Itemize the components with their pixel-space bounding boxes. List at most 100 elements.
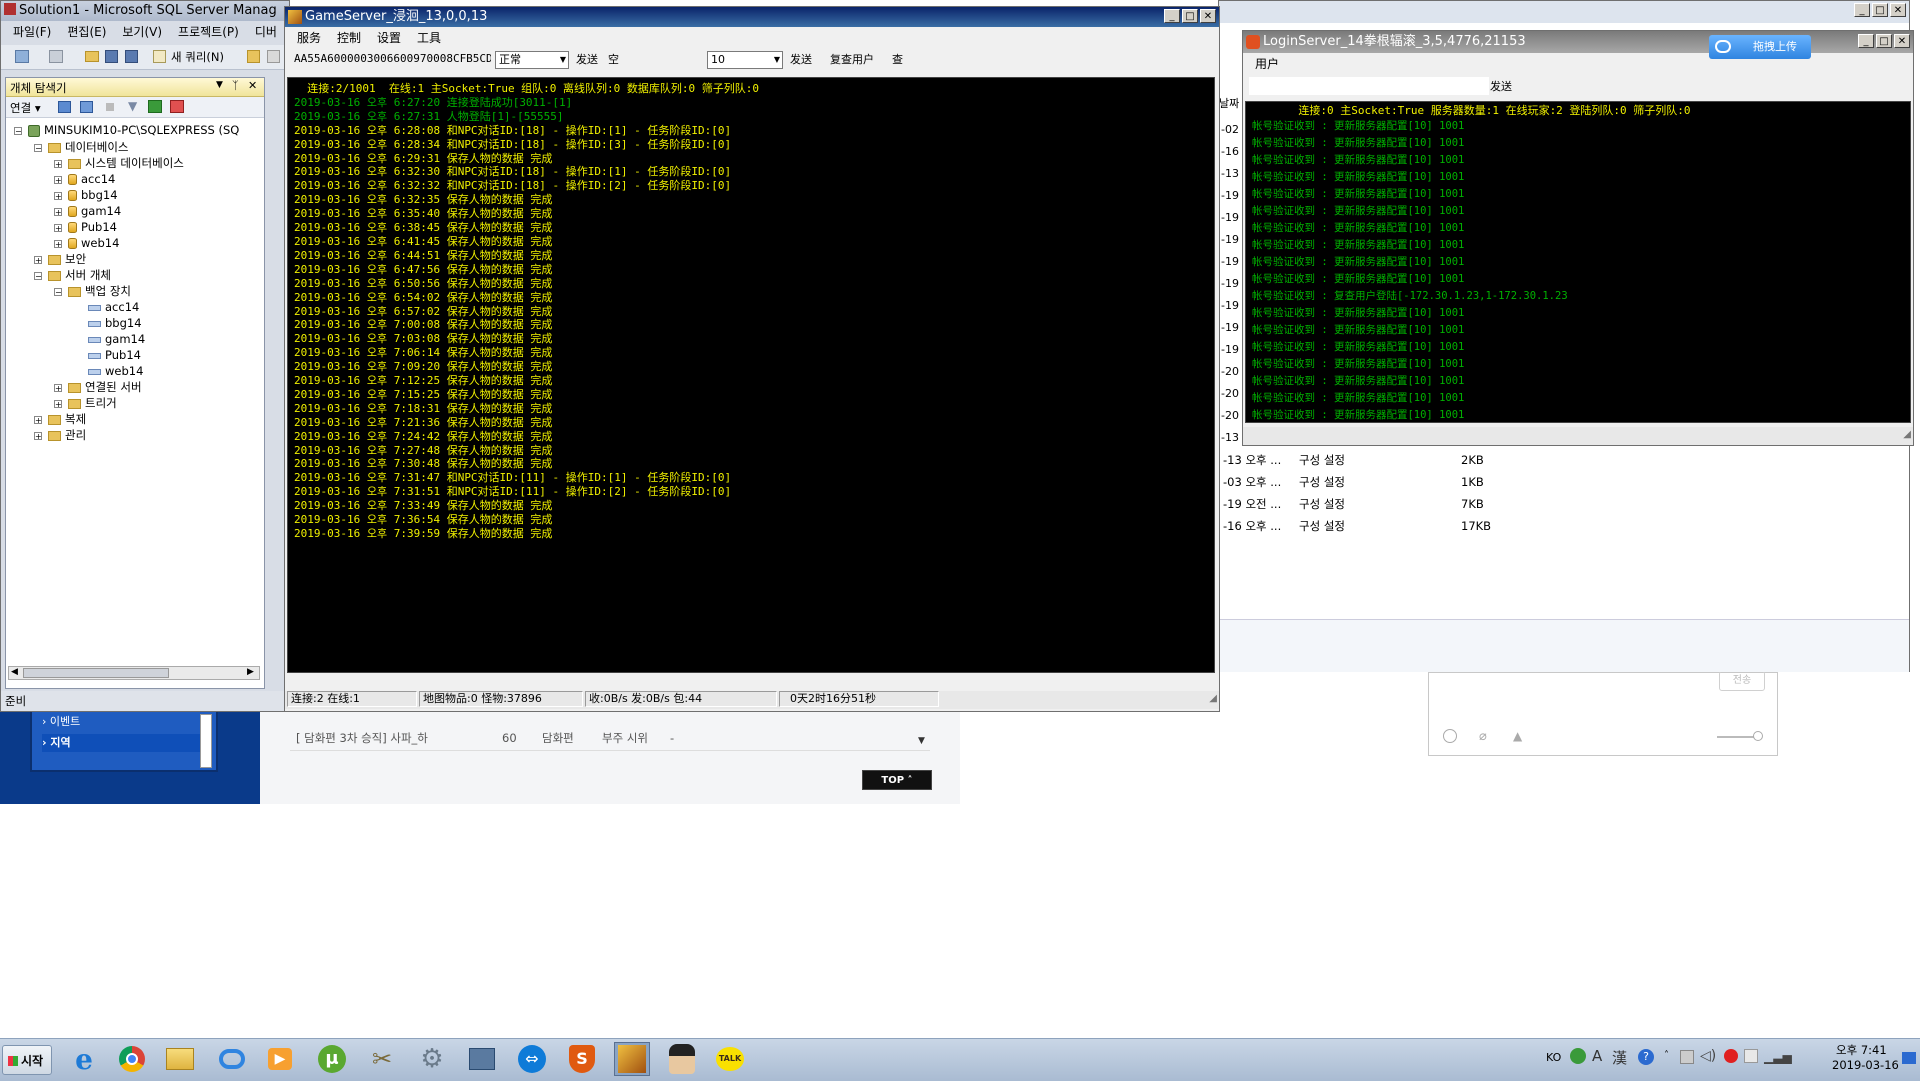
- settings-icon[interactable]: ⚙: [414, 1042, 450, 1076]
- login-command-input[interactable]: [1249, 77, 1489, 95]
- login-send-button[interactable]: 发送: [1487, 79, 1515, 95]
- horizontal-scrollbar[interactable]: ◀ ▶: [8, 666, 260, 680]
- collapse-icon[interactable]: −: [14, 126, 22, 135]
- activity-monitor-icon[interactable]: [170, 100, 184, 113]
- baidu-cloud-icon[interactable]: [214, 1042, 250, 1076]
- list-item[interactable]: -16: [1221, 141, 1241, 163]
- list-item[interactable]: -19: [1221, 295, 1241, 317]
- tree-node[interactable]: − 서버 개체: [34, 269, 111, 282]
- tree-node[interactable]: web14: [88, 365, 143, 378]
- explorer-column-header-date[interactable]: 날짜: [1219, 95, 1239, 111]
- kakaotalk-icon[interactable]: TALK: [712, 1042, 748, 1076]
- list-item[interactable]: -19: [1221, 185, 1241, 207]
- tree-node[interactable]: − 백업 장치: [54, 285, 131, 298]
- clock-date[interactable]: 2019-03-16: [1832, 1058, 1899, 1072]
- list-item[interactable]: -19: [1221, 339, 1241, 361]
- minimize-icon[interactable]: _: [1854, 3, 1870, 17]
- ime-hanja[interactable]: 漢: [1612, 1047, 1627, 1068]
- collapse-icon[interactable]: −: [54, 287, 62, 296]
- connect-icon[interactable]: [58, 101, 71, 113]
- utorrent-icon[interactable]: μ: [314, 1042, 350, 1076]
- query-button[interactable]: 查: [889, 52, 906, 68]
- panel-dropdown-icon[interactable]: ▼: [216, 80, 223, 90]
- tree-node[interactable]: + 복제: [34, 413, 86, 426]
- stop-icon[interactable]: [106, 103, 114, 111]
- panel-close-icon[interactable]: ✕: [248, 79, 257, 92]
- tree-node[interactable]: + 연결된 서버: [54, 381, 142, 394]
- list-item[interactable]: -19: [1221, 317, 1241, 339]
- web-row-name[interactable]: [ 담화편 3차 승직] 사파_하: [296, 726, 428, 750]
- filter-icon[interactable]: ▼: [128, 99, 137, 113]
- expand-icon[interactable]: +: [34, 255, 42, 264]
- resize-grip-icon[interactable]: ◢: [1903, 429, 1911, 440]
- query-user-button[interactable]: 复查用户: [827, 52, 877, 68]
- tools-icon[interactable]: ✂: [364, 1042, 400, 1076]
- web-sidebar-item-event[interactable]: › 이벤트: [42, 714, 202, 730]
- list-item[interactable]: -20: [1221, 383, 1241, 405]
- ime-mode-a[interactable]: A: [1592, 1047, 1602, 1065]
- ime-globe-icon[interactable]: [1570, 1048, 1586, 1064]
- new-query-button[interactable]: 새 쿼리(N): [171, 49, 224, 65]
- expand-icon[interactable]: +: [54, 159, 62, 168]
- tree-node[interactable]: + bbg14: [54, 189, 118, 202]
- minimize-icon[interactable]: _: [1858, 34, 1874, 48]
- chat-send-button[interactable]: 전송: [1719, 671, 1765, 691]
- new-project-icon[interactable]: [15, 50, 29, 63]
- menu-edit[interactable]: 편집(E): [61, 23, 112, 41]
- list-item[interactable]: -13: [1221, 427, 1241, 449]
- expand-icon[interactable]: +: [54, 399, 62, 408]
- maximize-icon[interactable]: □: [1872, 3, 1888, 17]
- ie-icon[interactable]: e: [66, 1042, 102, 1076]
- pin-icon[interactable]: ᛉ: [232, 79, 239, 92]
- tree-node[interactable]: gam14: [88, 333, 145, 346]
- close-icon[interactable]: ✕: [1890, 3, 1906, 17]
- tree-node[interactable]: + web14: [54, 237, 119, 250]
- image-icon[interactable]: ▲: [1513, 729, 1522, 743]
- antivirus-icon[interactable]: [1724, 1049, 1738, 1063]
- menu-user[interactable]: 用户: [1249, 55, 1285, 73]
- collapse-icon[interactable]: −: [34, 271, 42, 280]
- close-icon[interactable]: ✕: [1200, 9, 1216, 23]
- menu-settings[interactable]: 设置: [371, 29, 407, 47]
- explorer-folder-icon[interactable]: [162, 1042, 198, 1076]
- save-icon[interactable]: [105, 50, 118, 63]
- scroll-left-icon[interactable]: ◀: [11, 667, 18, 677]
- web-sidebar-item-region[interactable]: › 지역: [42, 734, 202, 752]
- send-button[interactable]: 发送: [573, 52, 601, 68]
- tree-node[interactable]: + 관리: [34, 429, 86, 442]
- help-icon[interactable]: ?: [1638, 1049, 1654, 1065]
- send-count-button[interactable]: 发送: [787, 52, 815, 68]
- character-icon[interactable]: [664, 1042, 700, 1076]
- language-indicator[interactable]: KO: [1546, 1051, 1561, 1064]
- count-input[interactable]: 10 ▼: [707, 51, 783, 69]
- table-row[interactable]: -16 오후 ... 구성 설정 17KB: [1223, 515, 1623, 537]
- volume-slider[interactable]: [1717, 736, 1757, 738]
- maximize-icon[interactable]: □: [1876, 34, 1892, 48]
- list-item[interactable]: -02: [1221, 119, 1241, 141]
- expand-icon[interactable]: +: [34, 415, 42, 424]
- minimize-icon[interactable]: _: [1164, 9, 1180, 23]
- expand-icon[interactable]: +: [34, 431, 42, 440]
- show-desktop-icon[interactable]: [1902, 1052, 1916, 1064]
- game-shield-icon[interactable]: S: [564, 1042, 600, 1076]
- maximize-icon[interactable]: □: [1182, 9, 1198, 23]
- attach-icon[interactable]: ⌀: [1479, 729, 1487, 744]
- clock-time[interactable]: 오후 7:41: [1836, 1042, 1887, 1058]
- copy-icon[interactable]: [247, 50, 260, 63]
- flag-icon[interactable]: [1744, 1049, 1758, 1063]
- tree-node[interactable]: − 데이터베이스: [34, 141, 128, 154]
- menu-debug[interactable]: 디버: [249, 23, 283, 41]
- expand-icon[interactable]: +: [54, 191, 62, 200]
- table-row[interactable]: -03 오후 ... 구성 설정 1KB: [1223, 471, 1623, 493]
- expand-icon[interactable]: +: [54, 239, 62, 248]
- scroll-right-icon[interactable]: ▶: [247, 667, 254, 677]
- tree-node[interactable]: + 트리거: [54, 397, 117, 410]
- expand-icon[interactable]: +: [54, 383, 62, 392]
- save-all-icon[interactable]: [125, 50, 138, 63]
- volume-slider-knob[interactable]: [1753, 731, 1763, 741]
- close-icon[interactable]: ✕: [1894, 34, 1910, 48]
- network-signal-icon[interactable]: ▁▃▅: [1764, 1050, 1792, 1064]
- tree-node[interactable]: Pub14: [88, 349, 141, 362]
- tree-node[interactable]: − MINSUKIM10-PC\SQLEXPRESS (SQ: [14, 124, 239, 137]
- paste-icon[interactable]: [267, 50, 280, 63]
